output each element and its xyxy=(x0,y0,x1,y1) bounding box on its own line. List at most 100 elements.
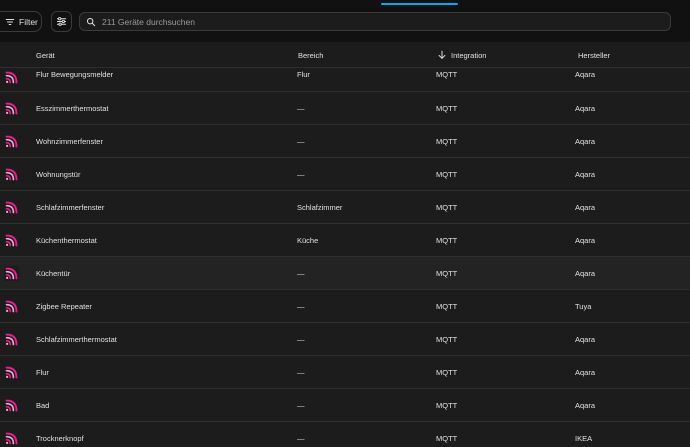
device-manufacturer: Aqara xyxy=(575,268,596,278)
table-row[interactable]: Wohnzimmerfenster — MQTT Aqara xyxy=(0,125,690,158)
device-manufacturer: Tuya xyxy=(575,301,592,311)
zigbee-icon xyxy=(4,298,19,314)
device-area: — xyxy=(297,400,305,410)
device-manufacturer: Aqara xyxy=(575,202,596,212)
zigbee-icon xyxy=(4,397,19,413)
device-area: — xyxy=(297,103,305,113)
device-name: Flur xyxy=(36,367,49,377)
device-name: Küchenthermostat xyxy=(36,235,97,245)
device-manufacturer: Aqara xyxy=(575,235,596,245)
table-row[interactable]: Flur — MQTT Aqara xyxy=(0,356,690,389)
device-area: — xyxy=(297,136,305,146)
device-integration: MQTT xyxy=(436,301,458,311)
device-name: Küchentür xyxy=(36,268,71,278)
device-area: — xyxy=(297,433,305,443)
device-area: Küche xyxy=(297,235,319,245)
column-header-area[interactable]: Bereich xyxy=(298,42,323,68)
device-name: Trocknerknopf xyxy=(36,433,84,443)
column-header-device-label: Gerät xyxy=(36,50,55,60)
device-integration: MQTT xyxy=(436,235,458,245)
device-integration: MQTT xyxy=(436,136,458,146)
device-icon-cell xyxy=(4,257,19,289)
device-icon-cell xyxy=(4,191,19,223)
zigbee-icon xyxy=(4,100,19,116)
device-integration: MQTT xyxy=(436,268,458,278)
zigbee-icon xyxy=(4,232,19,248)
device-name: Flur Bewegungsmelder xyxy=(36,70,114,79)
device-name: Esszimmerthermostat xyxy=(36,103,109,113)
device-integration: MQTT xyxy=(436,433,458,443)
device-integration: MQTT xyxy=(436,334,458,344)
device-area: — xyxy=(297,334,305,344)
zigbee-icon xyxy=(4,133,19,149)
zigbee-icon xyxy=(4,70,19,85)
column-header-area-label: Bereich xyxy=(298,50,324,60)
search-input[interactable] xyxy=(102,16,642,27)
device-name: Bad xyxy=(36,400,50,410)
zigbee-icon xyxy=(4,199,19,215)
device-integration: MQTT xyxy=(436,202,458,212)
device-manufacturer: Aqara xyxy=(575,70,596,79)
column-header-integration[interactable]: Integration xyxy=(437,42,486,68)
active-tab-indicator xyxy=(381,3,458,5)
device-area: — xyxy=(297,268,305,278)
table-row[interactable]: Wohnungstür — MQTT Aqara xyxy=(0,158,690,191)
filter-icon xyxy=(5,18,15,25)
zigbee-icon xyxy=(4,331,19,347)
device-name: Wohnungstür xyxy=(36,169,81,179)
column-header-device[interactable]: Gerät xyxy=(36,42,55,68)
device-name: Schlafzimmerthermostat xyxy=(36,334,117,344)
device-name: Schlafzimmerfenster xyxy=(36,202,105,212)
table-row[interactable]: Flur Bewegungsmelder Flur MQTT Aqara xyxy=(0,68,690,92)
device-area: — xyxy=(297,367,305,377)
device-manufacturer: Aqara xyxy=(575,400,596,410)
device-icon-cell xyxy=(4,92,19,124)
search-box[interactable] xyxy=(79,12,671,31)
device-area: Flur xyxy=(297,70,310,79)
table-row[interactable]: Zigbee Repeater — MQTT Tuya xyxy=(0,290,690,323)
table-header: Gerät Bereich Integration Hersteller xyxy=(0,42,690,68)
device-area: Schlafzimmer xyxy=(297,202,343,212)
device-icon-cell xyxy=(4,125,19,157)
zigbee-icon xyxy=(4,166,19,182)
device-name: Zigbee Repeater xyxy=(36,301,92,311)
device-integration: MQTT xyxy=(436,70,458,79)
sort-descending-icon xyxy=(438,50,446,59)
device-icon-cell xyxy=(4,224,19,256)
device-icon-cell xyxy=(4,356,19,388)
column-header-manufacturer[interactable]: Hersteller xyxy=(578,42,610,68)
table-row[interactable]: Schlafzimmerthermostat — MQTT Aqara xyxy=(0,323,690,356)
device-icon-cell xyxy=(4,68,19,91)
column-header-manufacturer-label: Hersteller xyxy=(578,50,611,60)
filter-button-label: Filter xyxy=(19,16,38,27)
device-icon-cell xyxy=(4,290,19,322)
search-icon xyxy=(86,17,96,26)
device-manufacturer: Aqara xyxy=(575,367,596,377)
table-row[interactable]: Küchentür — MQTT Aqara xyxy=(0,257,690,290)
device-integration: MQTT xyxy=(436,103,458,113)
table-row[interactable]: Esszimmerthermostat — MQTT Aqara xyxy=(0,92,690,125)
device-integration: MQTT xyxy=(436,400,458,410)
zigbee-icon xyxy=(4,364,19,380)
device-table: Flur Bewegungsmelder Flur MQTT Aqara Ess… xyxy=(0,68,690,447)
filter-button[interactable]: Filter xyxy=(0,11,42,32)
zigbee-icon xyxy=(4,430,19,446)
device-manufacturer: Aqara xyxy=(575,334,596,344)
table-row[interactable]: Schlafzimmerfenster Schlafzimmer MQTT Aq… xyxy=(0,191,690,224)
view-settings-button[interactable] xyxy=(51,11,72,32)
view-settings-icon xyxy=(56,17,67,26)
toolbar: Filter xyxy=(0,0,690,42)
device-manufacturer: Aqara xyxy=(575,136,596,146)
zigbee-icon xyxy=(4,265,19,281)
table-row[interactable]: Trocknerknopf — MQTT IKEA xyxy=(0,422,690,447)
device-area: — xyxy=(297,301,305,311)
device-manufacturer: Aqara xyxy=(575,103,596,113)
column-header-integration-label: Integration xyxy=(451,50,487,60)
table-row[interactable]: Bad — MQTT Aqara xyxy=(0,389,690,422)
device-icon-cell xyxy=(4,422,19,447)
device-icon-cell xyxy=(4,389,19,421)
device-integration: MQTT xyxy=(436,367,458,377)
device-manufacturer: Aqara xyxy=(575,169,596,179)
device-integration: MQTT xyxy=(436,169,458,179)
table-row[interactable]: Küchenthermostat Küche MQTT Aqara xyxy=(0,224,690,257)
